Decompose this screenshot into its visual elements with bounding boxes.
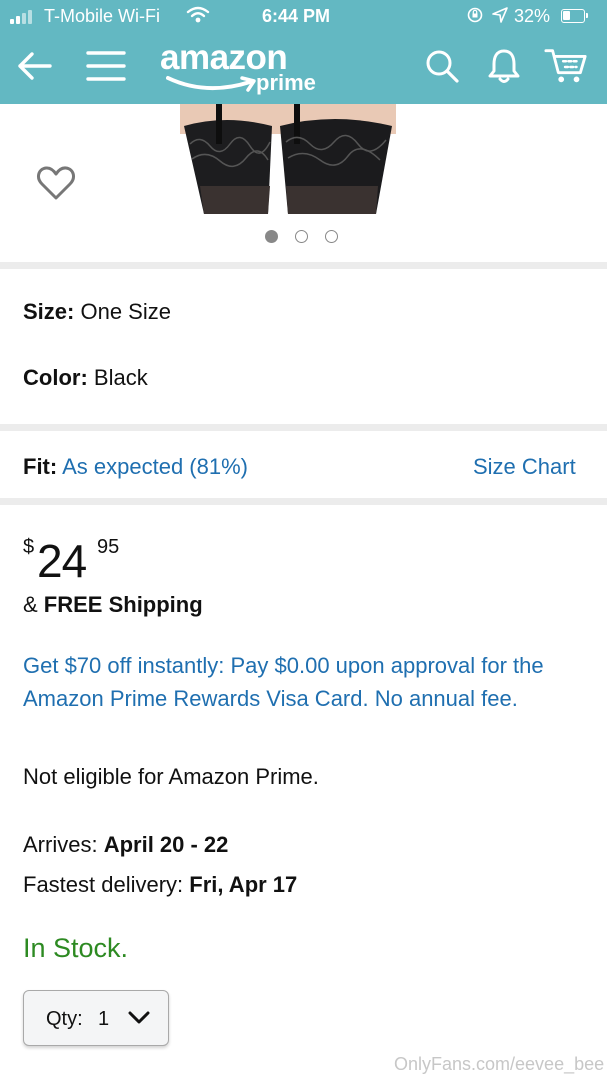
size-row[interactable]: Size: One Size: [23, 299, 171, 325]
product-image[interactable]: [176, 104, 400, 216]
section-divider: [0, 262, 607, 269]
fastest-delivery: Fastest delivery: Fri, Apr 17: [23, 872, 297, 898]
arrival-date: Arrives: April 20 - 22: [23, 832, 228, 858]
watermark: OnlyFans.com/eevee_bee: [394, 1054, 605, 1074]
section-divider: [0, 424, 607, 431]
top-nav-bar: amazon prime: [0, 34, 607, 104]
fastest-label: Fastest delivery:: [23, 872, 190, 897]
fit-value-link[interactable]: As expected (81%): [62, 454, 248, 479]
quantity-dropdown[interactable]: Qty: 1: [23, 990, 169, 1046]
card-promo-link[interactable]: Get $70 off instantly: Pay $0.00 upon ap…: [23, 649, 593, 715]
bell-icon[interactable]: [482, 44, 526, 88]
battery-percent: 32%: [514, 6, 551, 26]
search-icon[interactable]: [420, 44, 464, 88]
clock-time: 6:44 PM: [262, 6, 331, 26]
image-carousel-dots[interactable]: [265, 230, 338, 243]
cart-icon[interactable]: [544, 44, 588, 88]
fit-label: Fit:: [23, 454, 58, 479]
status-bar: T-Mobile Wi-Fi 6:44 PM 32%: [0, 0, 607, 34]
quantity-value: 1: [98, 1008, 110, 1030]
location-icon: [491, 6, 509, 29]
carousel-dot[interactable]: [295, 230, 308, 243]
heart-icon[interactable]: [36, 164, 76, 202]
carrier-name: T-Mobile Wi-Fi: [44, 6, 160, 26]
size-value: One Size: [80, 299, 171, 324]
rotation-lock-icon: [466, 6, 484, 29]
shipping-info: & FREE Shipping: [23, 592, 203, 618]
fastest-value: Fri, Apr 17: [189, 872, 298, 897]
back-arrow-icon[interactable]: [12, 44, 56, 88]
color-value: Black: [93, 365, 148, 390]
chevron-down-icon: [128, 1011, 150, 1024]
price-fraction: 95: [97, 536, 120, 558]
signal-icon: [10, 9, 32, 24]
price-whole: 24: [37, 535, 87, 587]
battery-icon: [561, 9, 588, 23]
logo-prime: prime: [256, 70, 316, 95]
price-currency: $: [23, 536, 35, 558]
color-label: Color:: [23, 365, 88, 390]
amazon-prime-logo[interactable]: amazon prime: [160, 38, 330, 100]
size-label: Size:: [23, 299, 75, 324]
arrives-value: April 20 - 22: [103, 832, 229, 857]
free-shipping: FREE Shipping: [43, 592, 203, 617]
quantity-label: Qty:: [46, 1008, 83, 1030]
section-divider: [0, 498, 607, 505]
product-image-section: [0, 104, 607, 262]
smile-arrow-icon: [166, 76, 256, 92]
shipping-prefix: &: [23, 592, 44, 617]
wifi-icon: [186, 6, 210, 29]
carousel-dot[interactable]: [265, 230, 278, 243]
carousel-dot[interactable]: [325, 230, 338, 243]
arrives-label: Arrives:: [23, 832, 104, 857]
color-row[interactable]: Color: Black: [23, 365, 148, 391]
hamburger-menu-icon[interactable]: [84, 44, 128, 88]
prime-eligibility: Not eligible for Amazon Prime.: [23, 764, 319, 789]
size-chart-link[interactable]: Size Chart: [473, 454, 576, 480]
stock-status: In Stock.: [23, 933, 129, 963]
fit-row: Fit: As expected (81%): [23, 454, 248, 480]
